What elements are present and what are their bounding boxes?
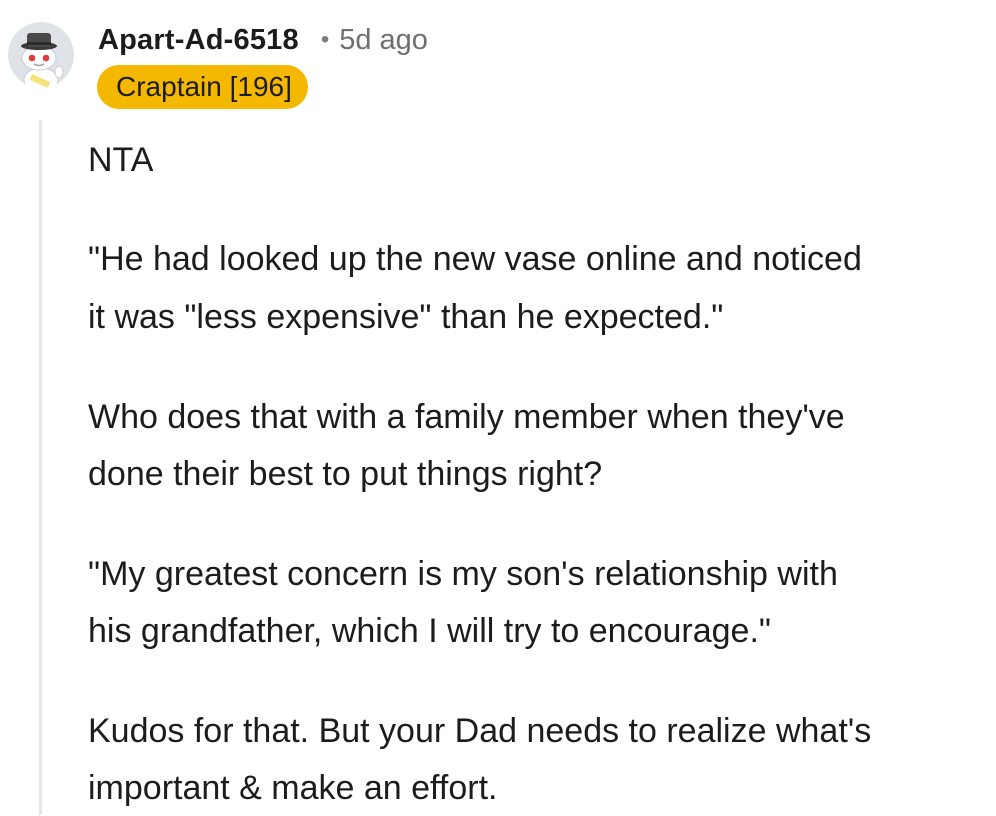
paragraph-2-line-1: "He had looked up the new vase online an…: [88, 240, 862, 278]
comment-age[interactable]: 5d ago: [339, 24, 428, 57]
paragraph-1-line-1: NTA: [88, 141, 154, 179]
author-name[interactable]: Apart-Ad-6518: [98, 24, 299, 57]
paragraph-3-line-1: Who does that with a family member when …: [88, 398, 845, 436]
comment: Apart-Ad-6518 • 5d ago Craptain [196] NT…: [0, 0, 996, 815]
paragraph-5-line-1: Kudos for that. But your Dad needs to re…: [88, 712, 872, 750]
comment-meta: Apart-Ad-6518 • 5d ago: [98, 18, 428, 62]
paragraph-4-line-1: "My greatest concern is my son's relatio…: [88, 555, 838, 593]
snoo-avatar-icon: [8, 22, 74, 88]
user-flair[interactable]: Craptain [196]: [97, 65, 308, 109]
paragraph-3-line-2: done their best to put things right?: [88, 455, 603, 493]
thread-collapse-line[interactable]: [39, 120, 42, 815]
avatar[interactable]: [8, 22, 74, 88]
paragraph-4-line-2: his grandfather, which I will try to enc…: [88, 612, 771, 650]
paragraph-2-line-2: it was "less expensive" than he expected…: [88, 298, 724, 336]
meta-separator: •: [320, 26, 330, 53]
paragraph-5-line-2: important & make an effort.: [88, 769, 498, 807]
